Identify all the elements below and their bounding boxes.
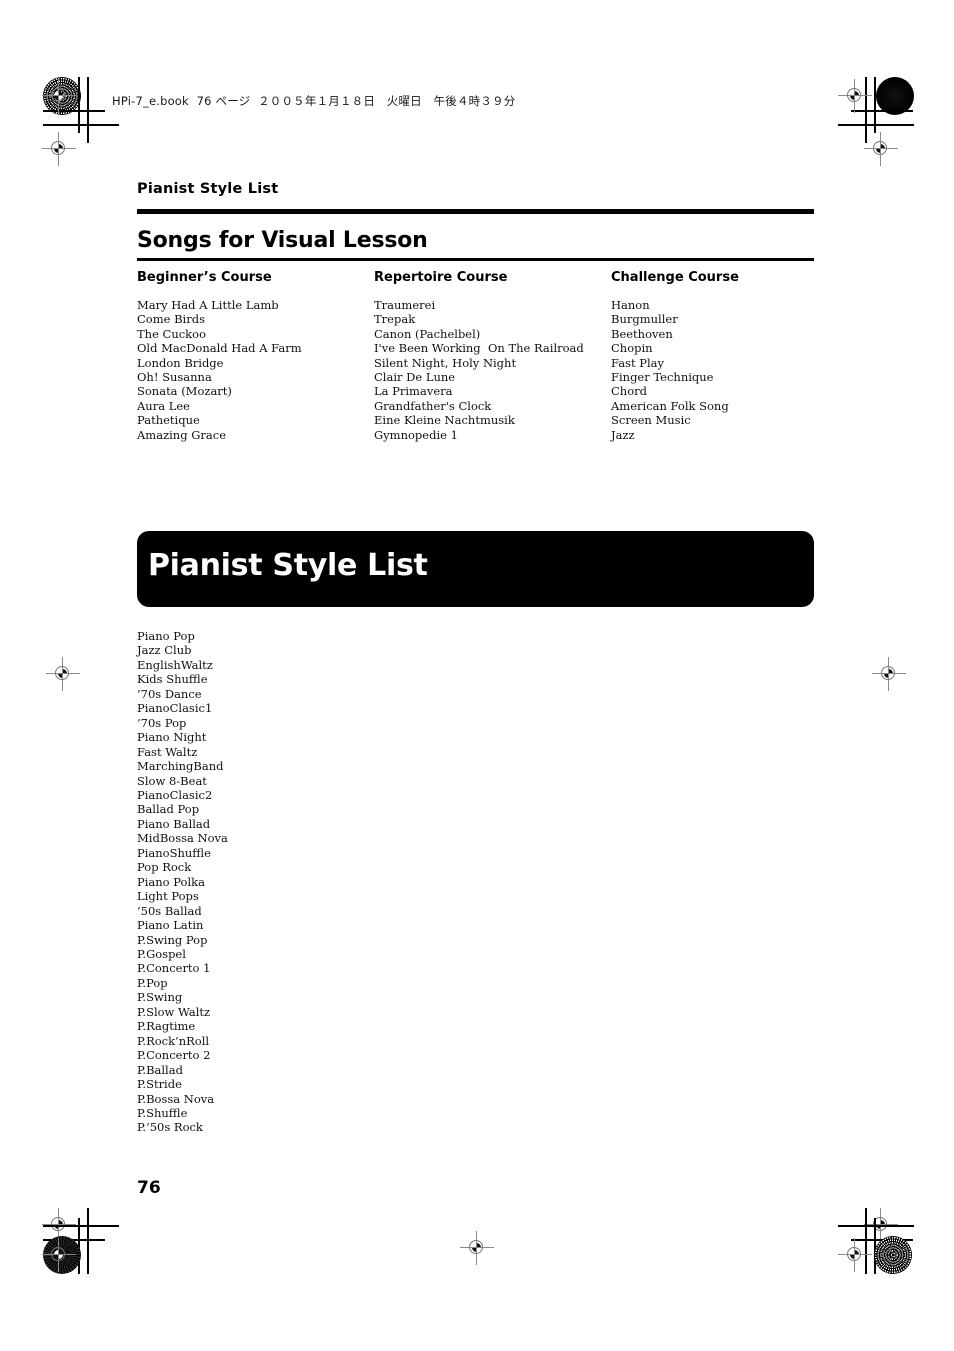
style-item: P.Shuffle — [137, 1105, 188, 1120]
registration-mark-top-left-inner — [42, 132, 76, 166]
style-item: Kids Shuffle — [137, 672, 208, 687]
style-item: P.Swing — [137, 990, 183, 1005]
song-item: I've Been Working On The Railroad — [374, 341, 584, 356]
style-item: Piano Latin — [137, 918, 204, 933]
crop-mark-top-right-horizontal-inner — [838, 124, 914, 126]
style-item: ’70s Pop — [137, 715, 187, 730]
course-heading-beginner: Beginner’s Course — [137, 270, 272, 285]
song-item: Screen Music — [611, 413, 691, 428]
song-item: Grandfather's Clock — [374, 398, 492, 413]
song-item: Clair De Lune — [374, 370, 456, 385]
crop-mark-bottom-left-horizontal-inner — [43, 1225, 119, 1227]
song-item: Sonata (Mozart) — [137, 384, 232, 399]
crop-mark-bottom-left-vertical-inner — [87, 1208, 89, 1274]
running-head: Pianist Style List — [137, 181, 279, 197]
style-item: PianoClasic1 — [137, 701, 213, 716]
registration-mark-bottom-right — [838, 1238, 872, 1272]
crop-mark-top-left-vertical-inner — [87, 77, 89, 143]
course-column-challenge: Challenge Course Hanon Burgmuller Beetho… — [611, 270, 739, 442]
song-item: Hanon — [611, 298, 650, 312]
style-item: Ballad Pop — [137, 802, 200, 817]
page-number: 76 — [137, 1178, 161, 1198]
song-item: Fast Play — [611, 355, 665, 370]
song-item: Jazz — [611, 427, 635, 442]
registration-mark-top-left — [42, 79, 76, 113]
course-heading-repertoire: Repertoire Course — [374, 270, 508, 285]
style-item: Light Pops — [137, 889, 199, 904]
header-rule-thin — [137, 258, 814, 261]
registration-mark-bottom-center — [460, 1231, 494, 1265]
course-heading-challenge: Challenge Course — [611, 270, 739, 285]
halftone-color-patch-bottom-right — [874, 1236, 912, 1274]
course-column-repertoire: Repertoire Course Traumerei Trepak Canon… — [374, 270, 584, 442]
style-item: P.Ragtime — [137, 1019, 196, 1034]
crop-mark-bottom-right-horizontal-inner — [838, 1225, 914, 1227]
style-item: Pop Rock — [137, 860, 192, 875]
style-item: Piano Pop — [137, 629, 195, 643]
song-item: Eine Kleine Nachtmusik — [374, 413, 515, 428]
song-item: Beethoven — [611, 326, 673, 341]
registration-mark-top-right — [838, 79, 872, 113]
song-item: Pathetique — [137, 413, 200, 428]
song-item: Gymnopedie 1 — [374, 427, 458, 442]
printed-page: HPi-7_e.book 76 ページ ２００５年１月１８日 火曜日 午後４時３… — [0, 0, 954, 1351]
style-item: P.Pop — [137, 975, 168, 990]
style-item: MidBossa Nova — [137, 831, 228, 846]
song-item: Trepak — [374, 312, 416, 327]
style-item: P.Ballad — [137, 1062, 183, 1077]
style-item: Piano Ballad — [137, 816, 211, 831]
style-item: P.Bossa Nova — [137, 1091, 215, 1106]
section-title: Songs for Visual Lesson — [137, 228, 428, 253]
song-item: Come Birds — [137, 312, 205, 327]
style-item: P.Concerto 2 — [137, 1048, 211, 1063]
song-item: Canon (Pachelbel) — [374, 326, 481, 341]
registration-mark-right-middle — [872, 657, 906, 691]
registration-mark-top-right-inner — [864, 132, 898, 166]
pianist-style-list-banner: Pianist Style List — [137, 531, 814, 607]
style-item: PianoClasic2 — [137, 787, 213, 802]
style-item: ’70s Dance — [137, 686, 202, 701]
song-item: Old MacDonald Had A Farm — [137, 341, 302, 356]
style-item: MarchingBand — [137, 759, 224, 774]
header-rule-thick — [137, 209, 814, 214]
registration-mark-left-middle — [46, 657, 80, 691]
style-item: P.Stride — [137, 1077, 182, 1092]
style-item: ’50s Ballad — [137, 903, 202, 918]
style-item: P.Swing Pop — [137, 932, 208, 947]
song-item: London Bridge — [137, 355, 224, 370]
song-item: Aura Lee — [137, 398, 190, 413]
song-item: La Primavera — [374, 384, 453, 399]
song-item: Finger Technique — [611, 370, 714, 385]
crop-mark-top-left-horizontal-inner — [43, 124, 119, 126]
style-item: EnglishWaltz — [137, 657, 213, 672]
song-item: American Folk Song — [611, 398, 729, 413]
book-info-header: HPi-7_e.book 76 ページ ２００５年１月１８日 火曜日 午後４時３… — [112, 94, 516, 108]
song-item: The Cuckoo — [137, 326, 206, 341]
song-item: Amazing Grace — [137, 427, 227, 442]
banner-title: Pianist Style List — [148, 548, 428, 583]
song-item: Silent Night, Holy Night — [374, 355, 517, 370]
song-item: Chopin — [611, 341, 653, 356]
style-item: Jazz Club — [137, 643, 192, 658]
song-item: Traumerei — [374, 298, 436, 312]
song-item: Mary Had A Little Lamb — [137, 298, 279, 312]
style-item: P.’50s Rock — [137, 1120, 203, 1135]
style-item: Piano Polka — [137, 874, 205, 889]
style-item: Piano Night — [137, 730, 207, 745]
course-column-beginner: Beginner’s Course Mary Had A Little Lamb… — [137, 270, 302, 442]
song-item: Burgmuller — [611, 312, 678, 327]
style-item: P.Rock’nRoll — [137, 1033, 210, 1048]
song-item: Chord — [611, 384, 647, 399]
style-item: PianoShuffle — [137, 845, 211, 860]
style-item: P.Slow Waltz — [137, 1004, 211, 1019]
style-item: Slow 8-Beat — [137, 773, 207, 788]
registration-mark-bottom-left — [42, 1238, 76, 1272]
song-item: Oh! Susanna — [137, 370, 212, 385]
style-item: P.Concerto 1 — [137, 961, 211, 976]
style-item: P.Gospel — [137, 946, 186, 961]
style-item: Fast Waltz — [137, 744, 198, 759]
style-list: Piano Pop Jazz Club EnglishWaltz Kids Sh… — [137, 629, 228, 1135]
